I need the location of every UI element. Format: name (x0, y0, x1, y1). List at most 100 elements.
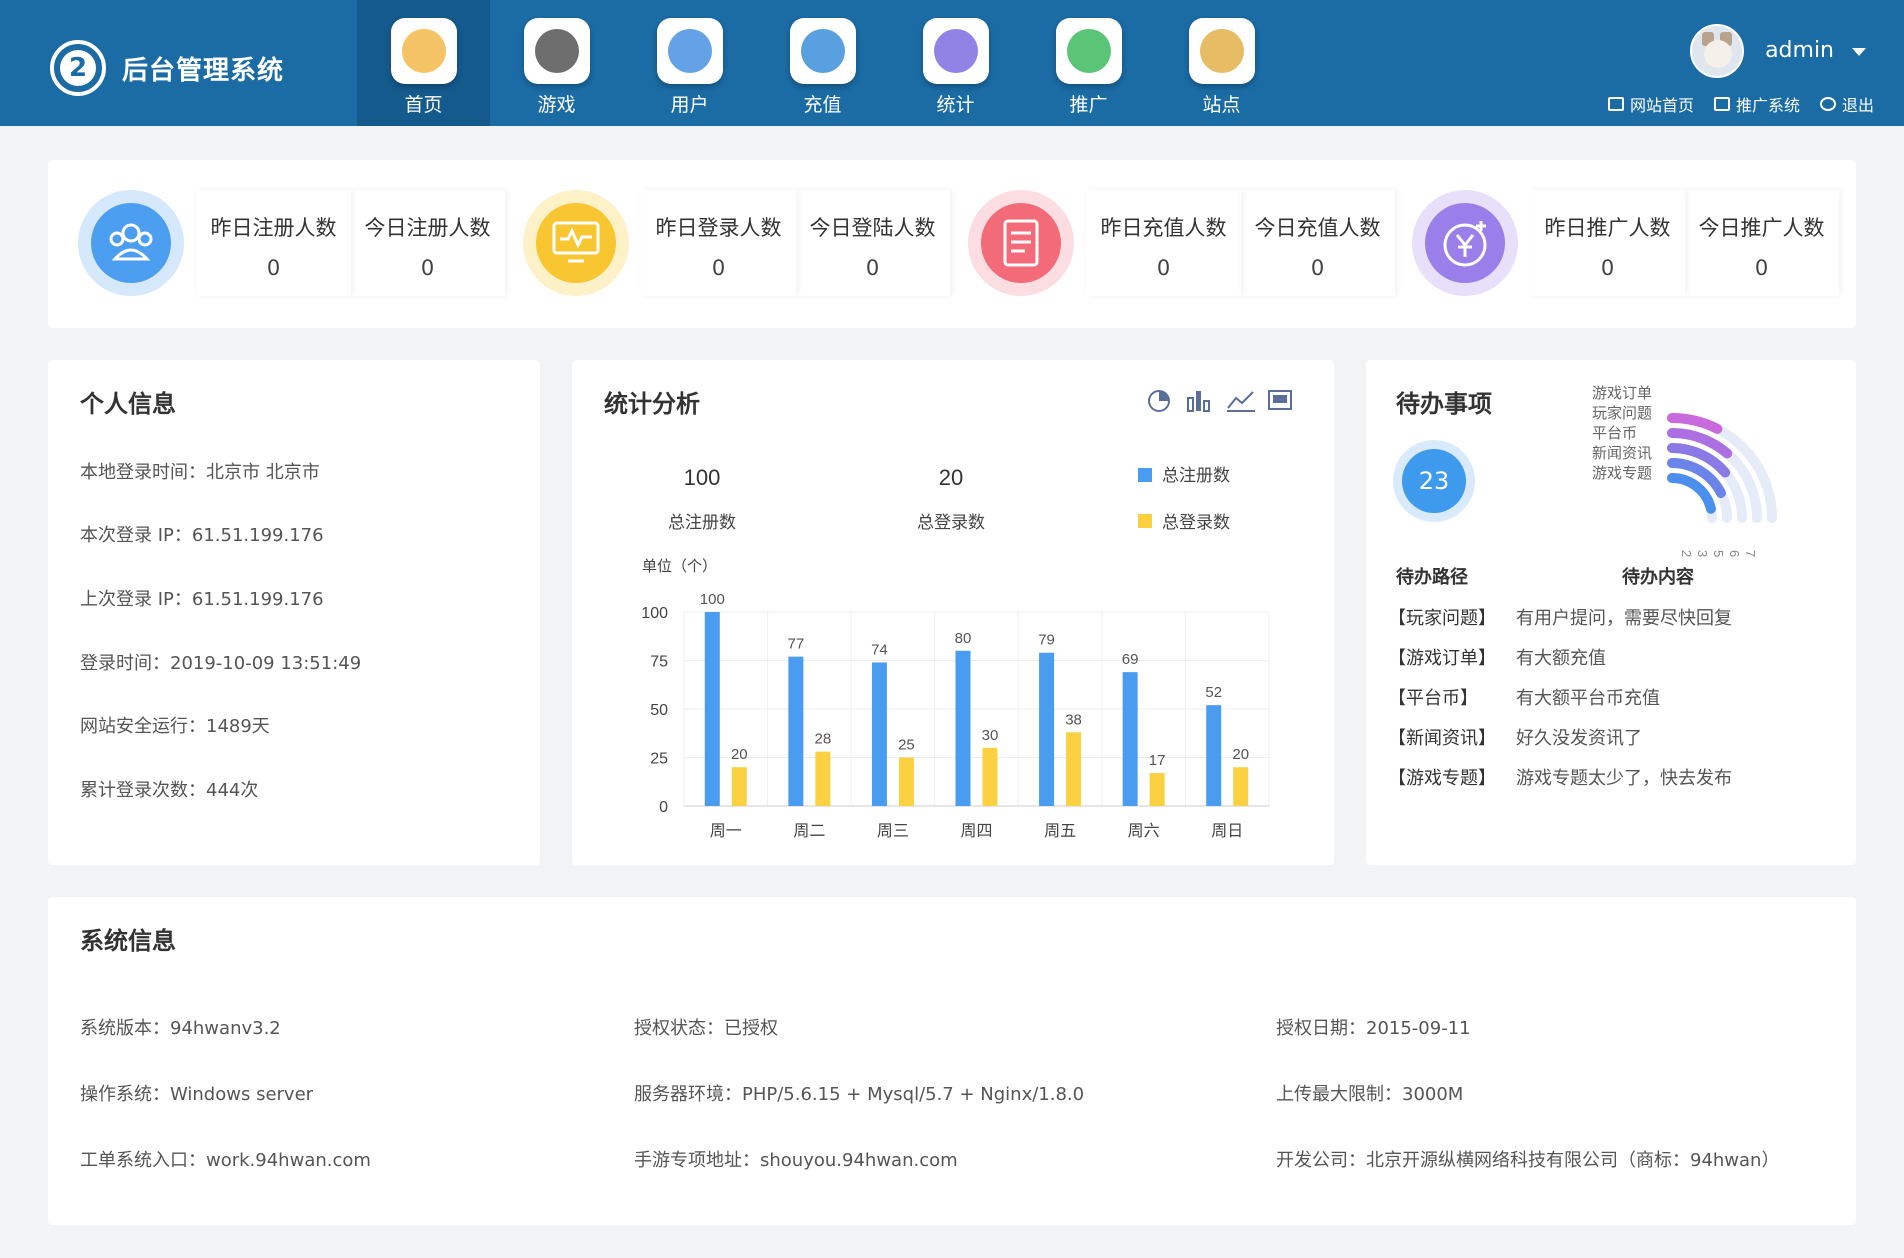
x-tick-label: 周四 (960, 823, 992, 840)
todo-item[interactable]: 【游戏订单】 有大额充值 (1388, 644, 1606, 670)
bar-value-label: 100 (700, 591, 725, 608)
nav-item-3[interactable]: 充值 (756, 0, 889, 126)
bar-register[interactable] (871, 662, 887, 806)
todo-col-content: 待办内容 (1622, 567, 1694, 588)
todo-item[interactable]: 【平台币】 有大额平台币充值 (1388, 684, 1660, 710)
stat-yesterday-value: 0 (1156, 256, 1171, 280)
sys-mobile-games-url[interactable]: 手游专项地址：shouyou.94hwan.com (634, 1146, 958, 1172)
bar-login[interactable] (731, 767, 747, 806)
bar-register[interactable] (704, 612, 720, 806)
todo-title: 待办事项 (1396, 390, 1492, 418)
bar-register[interactable] (1039, 652, 1055, 806)
nav-item-5[interactable]: 推广 (1022, 0, 1155, 126)
bar-login[interactable] (1149, 773, 1165, 806)
x-tick-label: 周一 (710, 823, 742, 840)
avatar[interactable] (1690, 24, 1744, 78)
info-login-time: 登录时间：2019-10-09 13:51:49 (80, 653, 362, 674)
bar-register[interactable] (1122, 672, 1138, 806)
logo-mark-icon: 2 (50, 40, 106, 96)
bar-login[interactable] (815, 751, 831, 806)
todo-count: 23 (1402, 449, 1466, 513)
user-icon (657, 18, 723, 84)
nav-item-1[interactable]: 游戏 (490, 0, 623, 126)
bar-register[interactable] (955, 650, 971, 806)
legend-register-swatch (1138, 468, 1152, 482)
promo-system-link[interactable]: 推广系统 (1713, 92, 1800, 116)
y-axis-unit: 单位（个） (642, 558, 717, 575)
radial-label: 游戏专题 (1592, 465, 1652, 482)
x-tick-label: 周六 (1128, 822, 1160, 840)
system-info-card: 系统信息 系统版本：94hwanv3.2 授权状态：已授权 授权日期：2015-… (48, 897, 1856, 1225)
nav-item-6[interactable]: 站点 (1155, 0, 1288, 126)
stats-card: 昨日注册人数 0 今日注册人数 0 昨日登录人数 0 今日登陆人数 0 昨日充值人数 0 今日充值人… (48, 160, 1856, 328)
todo-item[interactable]: 【游戏专题】 游戏专题太少了，快去发布 (1388, 764, 1732, 790)
bar-value-label: 52 (1205, 684, 1222, 701)
stat-yesterday-label: 昨日登录人数 (655, 216, 782, 240)
radial-bar[interactable] (1667, 413, 1723, 434)
nav-label: 用户 (670, 94, 709, 116)
todo-count-badge[interactable]: 23 (1393, 440, 1475, 522)
sys-developer: 开发公司：北京开源纵横网络科技有限公司（商标：94hwan） (1276, 1150, 1780, 1171)
todo-item-content: 有大额平台币充值 (1516, 688, 1660, 709)
radial-tick: 6 (1727, 550, 1742, 557)
analysis-card: 统计分析 100 总注册数 20 总登录数 总注册数 总登录数 单位（个） 0 25 50 75 10… (572, 360, 1334, 865)
stat-halo (78, 190, 184, 296)
logout-link[interactable]: 退出 (1819, 92, 1874, 116)
bar-register[interactable] (788, 656, 804, 806)
nav-label: 站点 (1202, 94, 1241, 116)
todo-item[interactable]: 【新闻资讯】 好久没发资讯了 (1388, 724, 1642, 750)
nav-label: 充值 (803, 94, 842, 116)
weekly-bar-chart: 100总注册数20总登录数总注册数总登录数单位（个）02550751001002… (641, 465, 1270, 840)
personal-info-card: 个人信息 本地登录时间：北京市 北京市 本次登录 IP：61.51.199.17… (48, 360, 540, 865)
stat-yesterday: 昨日充值人数 0 (1086, 190, 1241, 296)
recharge-icon (790, 18, 856, 84)
stat-halo (968, 190, 1074, 296)
pie-icon (923, 18, 989, 84)
nav-item-4[interactable]: 统计 (889, 0, 1022, 126)
nav-item-2[interactable]: 用户 (623, 0, 756, 126)
home-link[interactable]: 网站首页 (1607, 92, 1694, 116)
todo-col-path: 待办路径 (1396, 567, 1468, 588)
todo-item-path: 【新闻资讯】 (1388, 728, 1496, 749)
bar-value-label: 25 (898, 737, 915, 754)
y-tick-label: 100 (641, 605, 668, 622)
bar-login[interactable] (898, 757, 914, 807)
nav-label: 推广 (1069, 94, 1108, 116)
stat-today: 今日注册人数 0 (350, 190, 505, 296)
bar-login[interactable] (982, 747, 998, 806)
nav-item-0[interactable]: 首页 (357, 0, 490, 126)
bar-value-label: 38 (1065, 711, 1082, 728)
stat-today-value: 0 (1310, 256, 1325, 280)
users-icon (109, 223, 153, 261)
y-tick-label: 25 (650, 751, 668, 768)
stat-today-label: 今日充值人数 (1254, 216, 1381, 240)
sys-server-env: 服务器环境：PHP/5.6.15 + Mysql/5.7 + Nginx/1.8… (634, 1084, 1085, 1105)
info-uptime: 网站安全运行：1489天 (80, 716, 270, 737)
document-icon (1003, 219, 1039, 267)
x-tick-label: 周日 (1211, 823, 1243, 840)
bar-value-label: 74 (871, 641, 888, 658)
x-tick-label: 周五 (1044, 823, 1076, 840)
chevron-down-icon[interactable] (1852, 48, 1866, 56)
bar-login[interactable] (1066, 732, 1082, 806)
bar-value-label: 30 (982, 727, 999, 744)
stat-group-1: 昨日登录人数 0 今日登陆人数 0 (523, 190, 953, 296)
bar-value-label: 17 (1149, 752, 1166, 769)
sys-ticket-entry[interactable]: 工单系统入口：work.94hwan.com (80, 1146, 371, 1172)
system-info-title: 系统信息 (80, 927, 176, 955)
stat-yesterday-label: 昨日推广人数 (1544, 216, 1671, 240)
logo-glyph: 2 (60, 50, 96, 86)
sys-version: 系统版本：94hwanv3.2 (80, 1018, 281, 1039)
stat-group-2: 昨日充值人数 0 今日充值人数 0 (968, 190, 1398, 296)
todo-item-content: 游戏专题太少了，快去发布 (1516, 768, 1732, 789)
total-register-label: 总注册数 (668, 513, 736, 532)
stat-yesterday-value: 0 (1600, 256, 1615, 280)
bar-register[interactable] (1206, 705, 1222, 806)
todo-item[interactable]: 【玩家问题】 有用户提问，需要尽快回复 (1388, 604, 1732, 630)
username[interactable]: admin (1765, 38, 1834, 63)
logo[interactable]: 2 后台管理系统 (50, 40, 284, 96)
bar-value-label: 69 (1122, 651, 1139, 668)
bar-login[interactable] (1233, 767, 1249, 806)
stat-yesterday: 昨日推广人数 0 (1530, 190, 1685, 296)
radial-bar[interactable] (1667, 473, 1716, 514)
